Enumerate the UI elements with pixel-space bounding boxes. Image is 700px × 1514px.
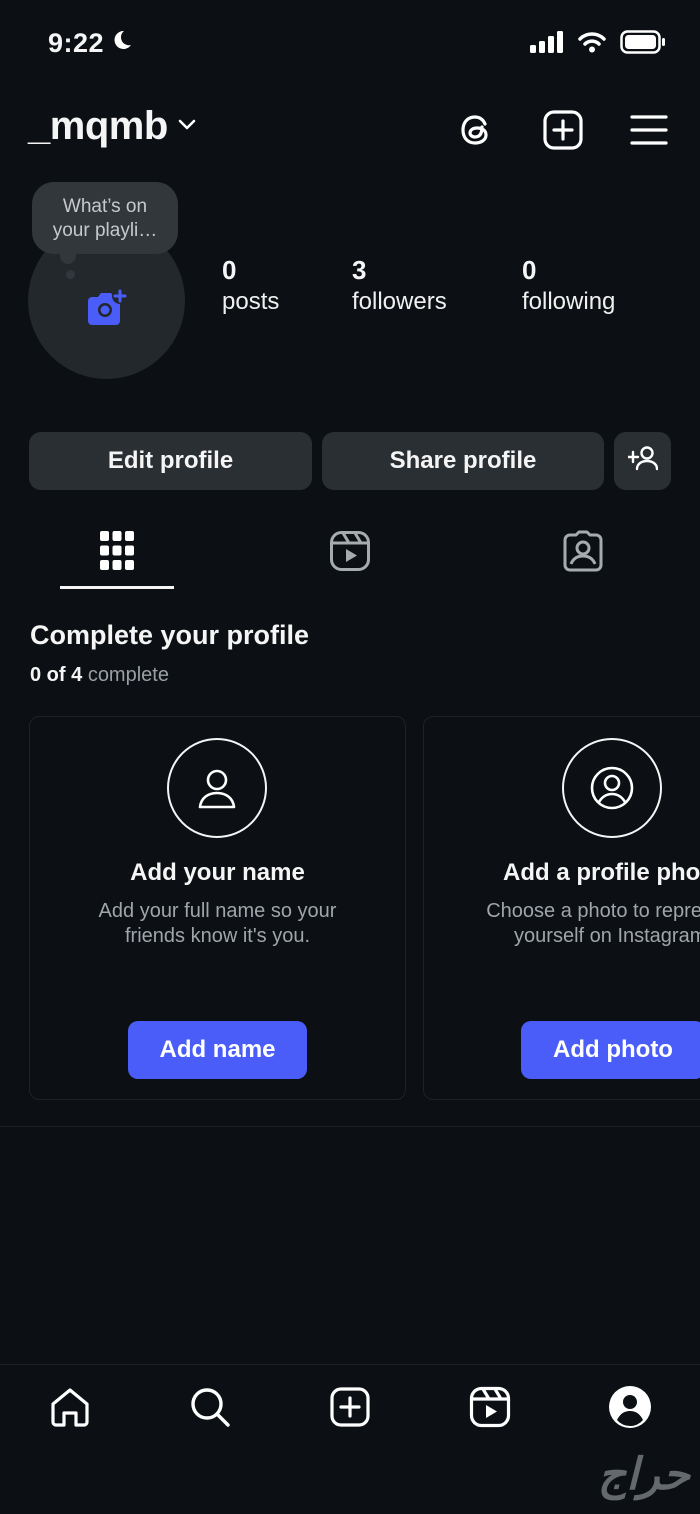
add-photo-camera-icon <box>84 287 130 334</box>
card-add-photo-title: Add a profile photo <box>503 859 700 886</box>
add-photo-button[interactable]: Add photo <box>521 1021 700 1079</box>
reels-icon <box>329 530 371 577</box>
chevron-down-icon <box>176 113 198 140</box>
stat-followers[interactable]: 3 followers <box>352 254 447 318</box>
watermark-logo: حراج <box>597 1450 690 1499</box>
card-add-photo: Add a profile photo Choose a photo to re… <box>423 716 700 1100</box>
moon-icon <box>110 28 134 59</box>
note-bubble[interactable]: What’s on your playli… <box>32 182 178 254</box>
person-icon <box>167 738 267 838</box>
card-add-photo-desc-line2: yourself on Instagram. <box>514 925 700 947</box>
battery-icon <box>620 30 666 59</box>
complete-profile-progress: 0 of 4 complete <box>30 664 169 687</box>
card-add-name-title: Add your name <box>130 859 305 886</box>
tab-tagged[interactable] <box>553 526 613 580</box>
note-text: What’s on your playli… <box>52 196 158 241</box>
stat-posts-label: posts <box>222 288 280 315</box>
status-time: 9:22 <box>48 28 134 59</box>
nav-search[interactable] <box>187 1386 233 1432</box>
card-add-photo-desc: Choose a photo to represent yourself on … <box>486 899 700 949</box>
nav-create[interactable] <box>327 1386 373 1432</box>
profile-icon <box>608 1385 652 1434</box>
tab-reels[interactable] <box>320 526 380 580</box>
card-add-name-desc-line2: friends know it's you. <box>124 925 310 947</box>
edit-profile-button[interactable]: Edit profile <box>29 432 312 490</box>
username: _mqmb <box>28 104 168 148</box>
section-divider <box>0 1126 700 1127</box>
discover-people-button[interactable] <box>614 432 671 490</box>
account-switcher[interactable]: _mqmb <box>28 104 198 149</box>
create-icon[interactable] <box>541 108 585 152</box>
create-icon <box>329 1386 371 1433</box>
progress-suffix: complete <box>87 664 169 686</box>
search-icon <box>189 1386 231 1433</box>
stat-following-label: following <box>522 288 616 315</box>
stat-followers-count: 3 <box>352 255 367 285</box>
threads-icon[interactable] <box>455 108 499 152</box>
stat-posts-count: 0 <box>222 255 237 285</box>
wifi-icon <box>578 31 606 58</box>
nav-reels[interactable] <box>467 1386 513 1432</box>
add-person-icon <box>626 445 658 478</box>
progress-count: 0 of 4 <box>30 664 83 686</box>
status-indicators <box>530 30 666 59</box>
card-add-photo-desc-line1: Choose a photo to represent <box>486 900 700 922</box>
home-icon <box>49 1386 91 1433</box>
add-name-button[interactable]: Add name <box>128 1021 307 1079</box>
reels-icon <box>469 1386 511 1433</box>
nav-profile[interactable] <box>607 1385 653 1434</box>
tab-posts-grid[interactable] <box>87 526 147 580</box>
stat-followers-label: followers <box>352 288 447 315</box>
tagged-icon <box>562 530 604 577</box>
active-tab-indicator <box>60 586 174 589</box>
stat-posts[interactable]: 0 posts <box>222 254 279 318</box>
note-bubble-tail-small <box>66 270 75 279</box>
nav-home[interactable] <box>47 1386 93 1432</box>
stat-following[interactable]: 0 following <box>522 254 615 318</box>
complete-profile-title: Complete your profile <box>30 620 310 650</box>
status-time-text: 9:22 <box>48 28 105 58</box>
grid-icon <box>100 530 134 576</box>
cellular-signal-icon <box>530 31 564 58</box>
card-add-name-desc-line1: Add your full name so your <box>98 900 337 922</box>
card-add-name-desc: Add your full name so your friends know … <box>30 899 405 949</box>
profile-photo-icon <box>562 738 662 838</box>
note-bubble-tail <box>60 248 76 264</box>
stat-following-count: 0 <box>522 255 537 285</box>
menu-icon[interactable] <box>627 108 671 152</box>
card-add-name: Add your name Add your full name so your… <box>29 716 406 1100</box>
share-profile-button[interactable]: Share profile <box>322 432 604 490</box>
